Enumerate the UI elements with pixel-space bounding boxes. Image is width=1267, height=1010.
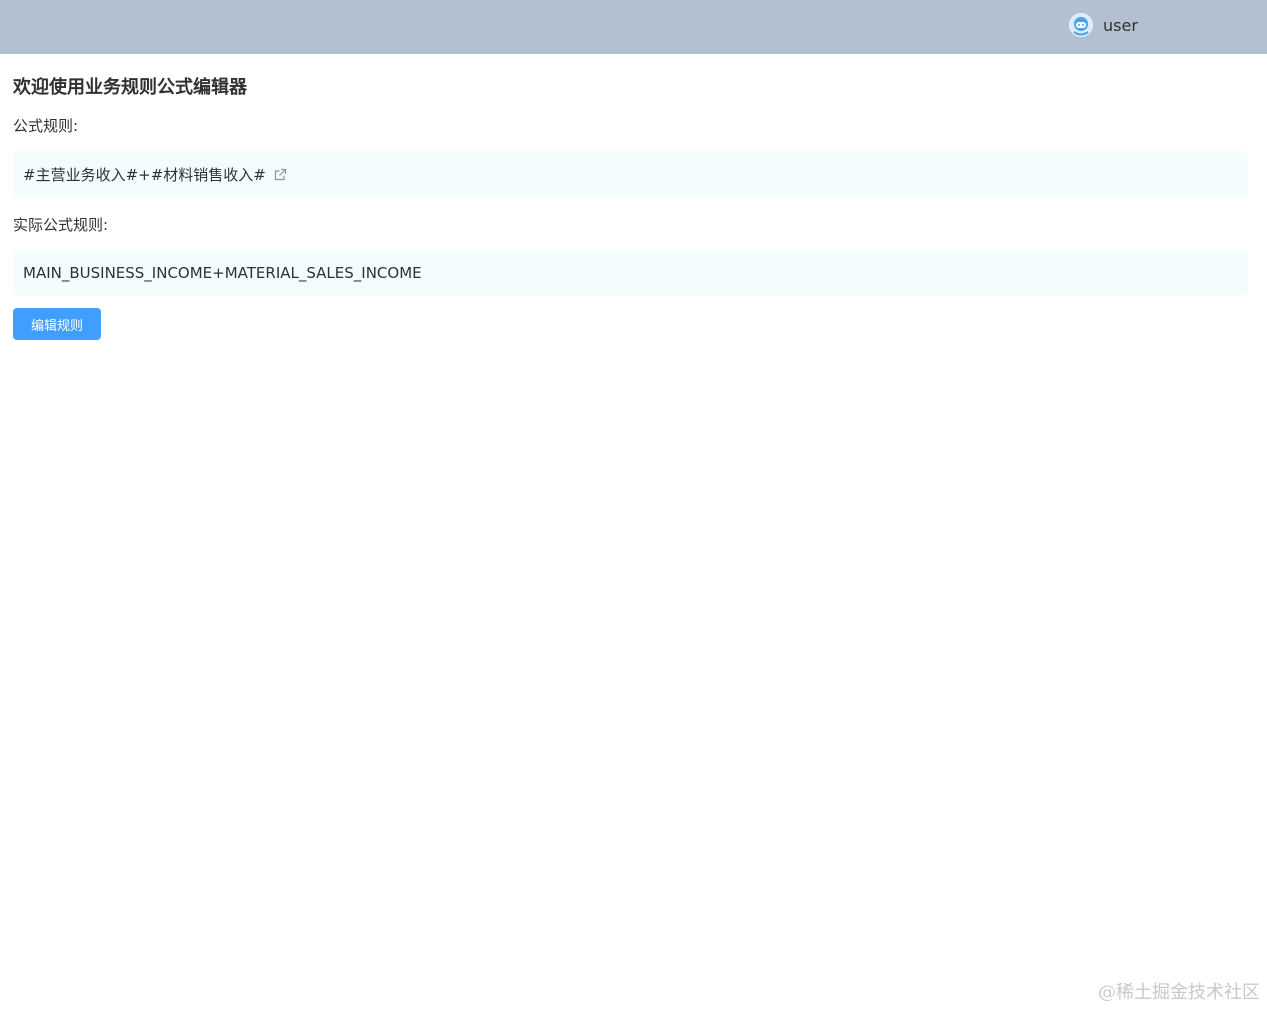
actual-rule-text: MAIN_BUSINESS_INCOME+MATERIAL_SALES_INCO…	[23, 264, 422, 282]
top-header: user	[0, 0, 1267, 54]
watermark: @稀土掘金技术社区	[1098, 982, 1260, 1003]
page-title: 欢迎使用业务规则公式编辑器	[13, 77, 247, 98]
main-content: 欢迎使用业务规则公式编辑器 公式规则: #主营业务收入#+#材料销售收入# 实际…	[13, 54, 1248, 340]
external-edit-icon[interactable]	[274, 168, 287, 181]
rule-label: 公式规则:	[13, 117, 79, 135]
edit-rule-button[interactable]: 编辑规则	[13, 308, 101, 340]
actual-rule-display-box: MAIN_BUSINESS_INCOME+MATERIAL_SALES_INCO…	[13, 251, 1248, 295]
username-label[interactable]: user	[1103, 16, 1138, 35]
user-menu[interactable]: user	[1069, 12, 1138, 38]
rule-display-box: #主营业务收入#+#材料销售收入#	[13, 151, 1248, 197]
actual-rule-label: 实际公式规则:	[13, 216, 109, 234]
user-avatar-icon[interactable]	[1069, 13, 1093, 37]
rule-text: #主营业务收入#+#材料销售收入#	[23, 165, 266, 184]
